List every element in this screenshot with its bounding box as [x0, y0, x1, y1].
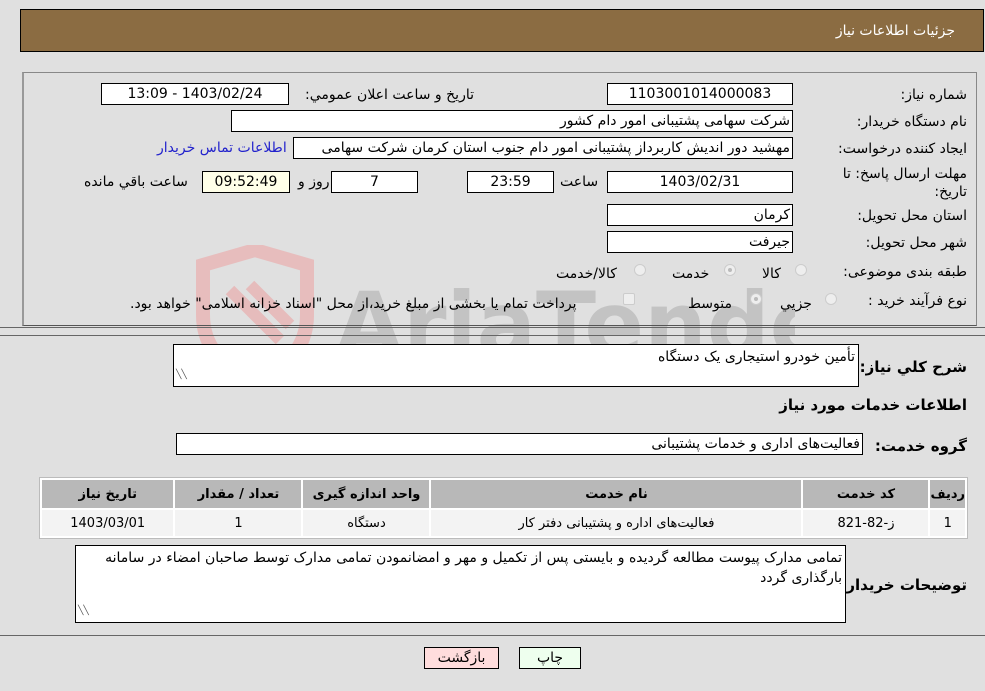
page-header: جزئیات اطلاعات نیاز	[20, 9, 984, 52]
services-table: ردیف کد خدمت نام خدمت واحد اندازه گیری ت…	[39, 477, 968, 539]
days-remaining-field: 7	[331, 171, 418, 193]
cell-service-name: فعالیت‌های اداره و پشتیبانی دفتر کار	[431, 510, 802, 536]
col-row-number: ردیف	[930, 480, 965, 508]
service-group-field: فعالیت‌های اداری و خدمات پشتیبانی	[176, 433, 863, 455]
city-label: شهر محل تحویل:	[865, 235, 967, 251]
deadline-label: مهلت ارسال پاسخ: تا تاریخ:	[843, 165, 967, 201]
province-label: استان محل تحویل:	[857, 208, 967, 224]
deadline-date-field: 1403/02/31	[607, 171, 793, 193]
description-label: شرح کلي نیاز:	[859, 358, 967, 376]
announce-date-label: تاریخ و ساعت اعلان عمومي:	[305, 87, 474, 103]
buyer-org-label: نام دستگاه خریدار:	[856, 114, 967, 130]
col-need-date: تاریخ نیاز	[42, 480, 174, 508]
section-divider	[0, 335, 985, 336]
section-divider	[0, 327, 985, 328]
buyer-notes-label: توضیحات خریدار:	[840, 576, 967, 594]
process-option-medium: متوسط	[688, 296, 732, 312]
print-button[interactable]: چاپ	[519, 647, 581, 669]
col-service-code: کد خدمت	[803, 480, 929, 508]
need-number-label: شماره نیاز:	[900, 87, 968, 103]
deadline-time-field: 23:59	[467, 171, 554, 193]
deadline-time-label: ساعت	[560, 174, 599, 190]
category-radio-goods-service[interactable]	[634, 264, 646, 276]
process-radio-medium[interactable]	[750, 293, 762, 305]
creator-label: ایجاد کننده درخواست:	[838, 141, 967, 157]
description-textarea: تأمین خودرو استیجاری یک دستگاه ╲╲	[173, 344, 859, 387]
category-label: طبقه بندی موضوعی:	[843, 264, 967, 280]
description-text: تأمین خودرو استیجاری یک دستگاه	[657, 349, 855, 365]
remaining-time-label: ساعت باقي مانده	[84, 174, 188, 190]
announce-date-field: 1403/02/24 - 13:09	[101, 83, 289, 105]
resize-grip-icon[interactable]: ╲╲	[78, 601, 89, 621]
page-title: جزئیات اطلاعات نیاز	[835, 23, 955, 39]
need-number-field: 1103001014000083	[607, 83, 793, 105]
creator-field: مهشید دور اندیش کاربرداز پشتیبانی امور د…	[293, 137, 793, 159]
table-header-row: ردیف کد خدمت نام خدمت واحد اندازه گیری ت…	[42, 480, 965, 508]
category-option-goods-service: کالا/خدمت	[556, 266, 617, 282]
col-service-name: نام خدمت	[431, 480, 802, 508]
category-radio-goods[interactable]	[795, 264, 807, 276]
services-section-title: اطلاعات خدمات مورد نیاز	[779, 396, 967, 414]
buyer-org-field: شرکت سهامی پشتیبانی امور دام کشور	[231, 110, 793, 132]
days-label: روز و	[298, 174, 330, 190]
service-group-label: گروه خدمت:	[874, 437, 967, 455]
col-quantity: تعداد / مقدار	[175, 480, 302, 508]
remaining-time-field: 09:52:49	[202, 171, 290, 193]
deadline-label-line2: تاریخ:	[934, 184, 967, 200]
process-radio-minor[interactable]	[825, 293, 837, 305]
cell-service-code: ز-82-821	[803, 510, 929, 536]
col-unit: واحد اندازه گیری	[303, 480, 430, 508]
buyer-contact-link[interactable]: اطلاعات تماس خریدار	[157, 140, 287, 156]
table-row: 1 ز-82-821 فعالیت‌های اداره و پشتیبانی د…	[42, 510, 965, 536]
category-radio-service[interactable]	[724, 264, 736, 276]
province-field: کرمان	[607, 204, 793, 226]
resize-grip-icon[interactable]: ╲╲	[176, 365, 187, 385]
category-option-service: خدمت	[672, 266, 710, 282]
cell-row-number: 1	[930, 510, 965, 536]
city-field: جیرفت	[607, 231, 793, 253]
treasury-checkbox[interactable]	[623, 293, 635, 305]
cell-need-date: 1403/03/01	[42, 510, 174, 536]
footer-divider	[0, 635, 985, 636]
buyer-notes-textarea: تمامی مدارک پیوست مطالعه گردیده و بایستی…	[75, 545, 846, 623]
deadline-label-line1: مهلت ارسال پاسخ: تا	[842, 166, 967, 182]
cell-quantity: 1	[175, 510, 302, 536]
treasury-note: پرداخت تمام یا بخشی از مبلغ خرید،از محل …	[130, 296, 577, 312]
buyer-notes-text: تمامی مدارک پیوست مطالعه گردیده و بایستی…	[105, 550, 842, 586]
cell-unit: دستگاه	[303, 510, 430, 536]
category-option-goods: کالا	[762, 266, 781, 282]
process-option-minor: جزیي	[780, 296, 812, 312]
process-type-label: نوع فرآیند خرید :	[868, 293, 967, 309]
back-button[interactable]: بازگشت	[424, 647, 499, 669]
